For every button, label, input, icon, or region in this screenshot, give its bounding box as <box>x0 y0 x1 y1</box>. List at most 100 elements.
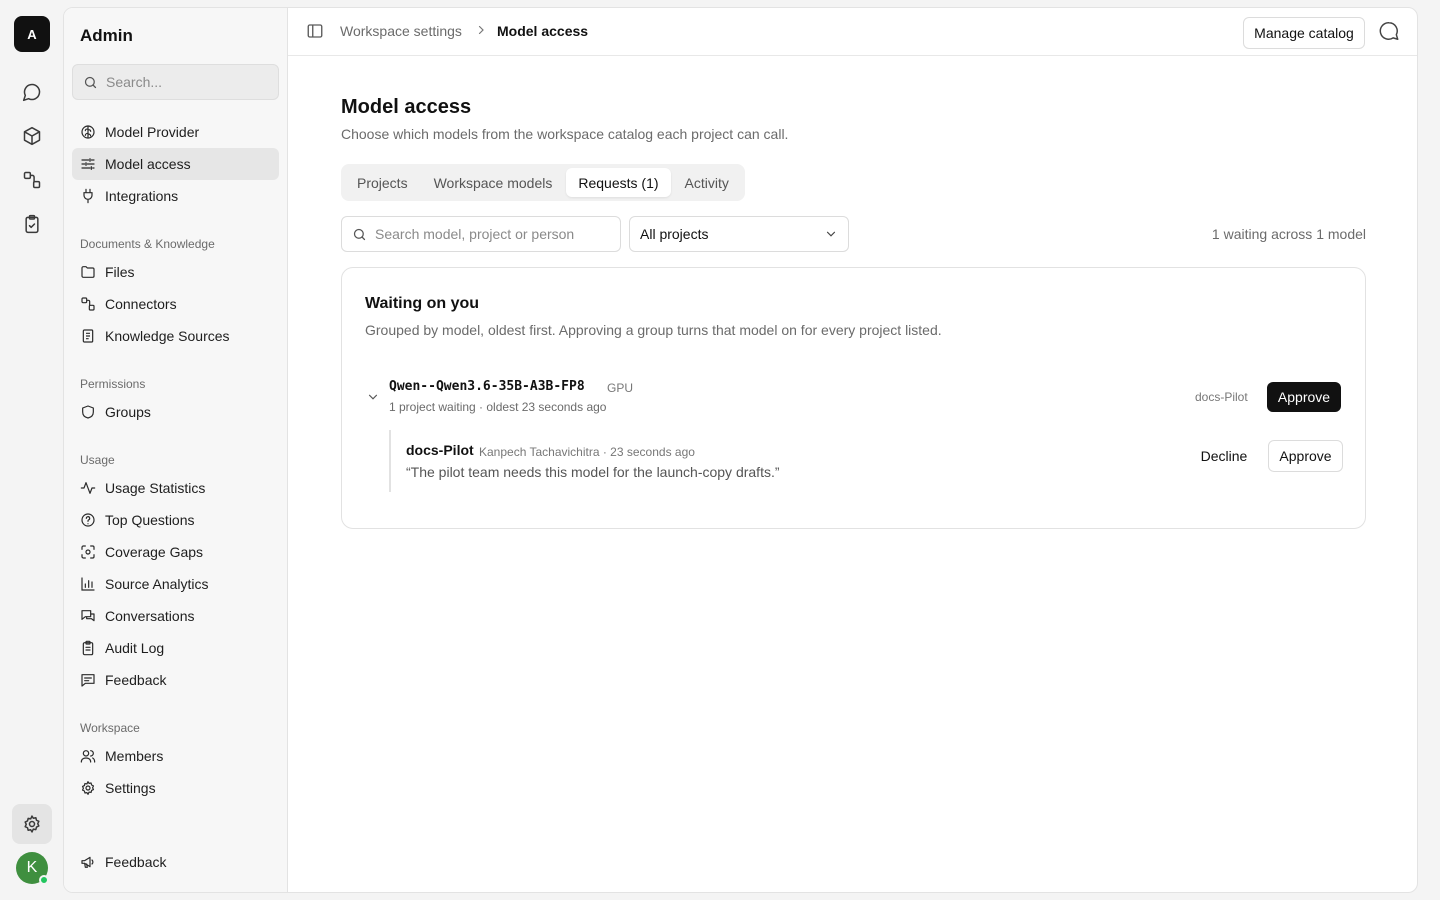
plug-icon <box>80 188 96 204</box>
section-documents-knowledge: Documents & Knowledge <box>80 237 215 251</box>
sidebar-item-label: Top Questions <box>105 512 195 528</box>
request-search-input[interactable] <box>375 226 605 242</box>
request-project: docs-Pilot <box>406 442 474 458</box>
sidebar-item-label: Feedback <box>105 672 167 688</box>
avatar-initial: K <box>26 859 38 876</box>
waiting-summary: 1 waiting across 1 model <box>1211 226 1366 242</box>
search-icon <box>352 227 367 242</box>
sidebar-item-label: Groups <box>105 404 151 420</box>
model-name: Qwen--Qwen3.6-35B-A3B-FP8 <box>389 379 585 394</box>
app-frame: Admin Search... Model Provider Model acc… <box>63 7 1418 893</box>
sidebar-item-label: Settings <box>105 780 156 796</box>
chat-bubble-icon[interactable] <box>1378 20 1402 44</box>
sidebar-item-coverage-gaps[interactable]: Coverage Gaps <box>72 536 279 568</box>
activity-icon <box>80 480 96 496</box>
sidebar-footer-feedback[interactable]: Feedback <box>72 846 279 878</box>
search-icon <box>83 75 98 90</box>
sidebar-item-settings[interactable]: Settings <box>72 772 279 804</box>
online-status-dot <box>39 875 49 885</box>
chevron-right-icon <box>475 24 487 36</box>
sidebar-item-integrations[interactable]: Integrations <box>72 180 279 212</box>
sidebar-search-input[interactable]: Search... <box>72 64 279 100</box>
bar-chart-icon <box>80 576 96 592</box>
megaphone-icon <box>80 854 96 870</box>
waiting-on-you-card: Waiting on you Grouped by model, oldest … <box>341 267 1366 529</box>
decline-request-button[interactable]: Decline <box>1188 440 1260 472</box>
sidebar-item-label: Integrations <box>105 188 179 204</box>
project-filter-select[interactable]: All projects <box>629 216 849 252</box>
sidebar-item-files[interactable]: Files <box>72 256 279 288</box>
connectors-icon <box>80 296 96 312</box>
sidebar-item-conversations[interactable]: Conversations <box>72 600 279 632</box>
sidebar-item-label: Coverage Gaps <box>105 544 204 560</box>
gear-icon <box>80 780 96 796</box>
sidebar-item-label: Knowledge Sources <box>105 328 230 344</box>
sidebar-item-knowledge-sources[interactable]: Knowledge Sources <box>72 320 279 352</box>
sidebar-item-model-access[interactable]: Model access <box>72 148 279 180</box>
manage-catalog-button[interactable]: Manage catalog <box>1243 17 1365 49</box>
top-bar: Workspace settings Model access Manage c… <box>288 8 1417 56</box>
sidebar-item-usage-statistics[interactable]: Usage Statistics <box>72 472 279 504</box>
sidebar-title: Admin <box>80 26 133 45</box>
approve-request-button[interactable]: Approve <box>1268 440 1343 472</box>
tab-workspace-models[interactable]: Workspace models <box>422 168 565 197</box>
sidebar-item-label: Usage Statistics <box>105 480 206 496</box>
sidebar-item-label: Source Analytics <box>105 576 209 592</box>
sidebar-item-label: Conversations <box>105 608 195 624</box>
section-permissions: Permissions <box>80 377 146 391</box>
message-square-icon <box>80 672 96 688</box>
model-group-meta: 1 project waiting · oldest 23 seconds ag… <box>389 400 607 414</box>
request-search-field <box>341 216 621 252</box>
clipboard-list-icon <box>80 640 96 656</box>
request-justification: “The pilot team needs this model for the… <box>406 464 780 480</box>
request-person-time: Kanpech Tachavichitra · 23 seconds ago <box>479 445 695 459</box>
sidebar-toggle-icon[interactable] <box>306 22 326 42</box>
users-icon <box>80 748 96 764</box>
sidebar-item-audit-log[interactable]: Audit Log <box>72 632 279 664</box>
book-icon <box>80 328 96 344</box>
app-rail: A K <box>0 0 64 900</box>
sidebar-item-groups[interactable]: Groups <box>72 396 279 428</box>
sidebar-item-label: Members <box>105 748 164 764</box>
breadcrumb-workspace-settings[interactable]: Workspace settings <box>340 23 462 39</box>
cube-icon[interactable] <box>12 116 52 156</box>
approve-group-button[interactable]: Approve <box>1267 382 1341 412</box>
tab-activity[interactable]: Activity <box>673 168 741 197</box>
sidebar-item-model-provider[interactable]: Model Provider <box>72 116 279 148</box>
card-subtitle: Grouped by model, oldest first. Approvin… <box>365 322 942 338</box>
user-avatar[interactable]: K <box>16 852 49 885</box>
page-title: Model access <box>341 96 472 118</box>
sidebar-item-top-questions[interactable]: Top Questions <box>72 504 279 536</box>
sidebar-search-placeholder: Search... <box>106 74 163 90</box>
page-subtitle: Choose which models from the workspace c… <box>341 126 789 142</box>
main-panel: Workspace settings Model access Manage c… <box>288 8 1417 892</box>
brain-icon <box>80 124 96 140</box>
chat-icon[interactable] <box>12 72 52 112</box>
group-project-list: docs-Pilot <box>1195 390 1248 404</box>
question-icon <box>80 512 96 528</box>
gear-icon[interactable] <box>12 804 52 844</box>
sidebar-item-label: Files <box>105 264 135 280</box>
request-row: docs-Pilot Kanpech Tachavichitra · 23 se… <box>389 430 1343 492</box>
workspace-logo[interactable]: A <box>14 16 50 52</box>
messages-icon <box>80 608 96 624</box>
card-title: Waiting on you <box>365 295 480 312</box>
chevron-down-icon <box>824 227 838 241</box>
chevron-down-icon[interactable] <box>366 390 380 404</box>
project-filter-value: All projects <box>640 226 709 242</box>
sidebar-item-members[interactable]: Members <box>72 740 279 772</box>
tab-projects[interactable]: Projects <box>345 168 420 197</box>
connectors-icon[interactable] <box>12 160 52 200</box>
sidebar-item-label: Feedback <box>105 854 167 870</box>
sidebar-item-feedback[interactable]: Feedback <box>72 664 279 696</box>
tab-requests[interactable]: Requests (1) <box>566 168 671 197</box>
section-usage: Usage <box>80 453 115 467</box>
scan-icon <box>80 544 96 560</box>
breadcrumb-current-page: Model access <box>497 23 589 39</box>
section-workspace: Workspace <box>80 721 140 735</box>
sidebar-item-connectors[interactable]: Connectors <box>72 288 279 320</box>
clipboard-check-icon[interactable] <box>12 204 52 244</box>
sidebar-item-source-analytics[interactable]: Source Analytics <box>72 568 279 600</box>
sidebar-item-label: Model access <box>105 156 191 172</box>
folder-icon <box>80 264 96 280</box>
